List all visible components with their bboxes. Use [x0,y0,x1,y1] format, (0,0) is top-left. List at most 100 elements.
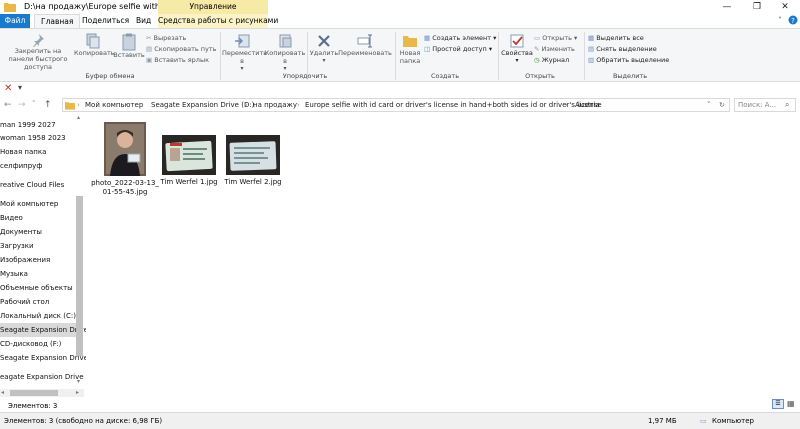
ribbon-separator [584,32,585,80]
address-bar[interactable]: › Мой компьютер › Seagate Expansion Driv… [62,98,730,112]
rename-button[interactable]: Переименовать [338,33,392,57]
paste-button[interactable]: Вставить [112,33,146,59]
cut-button[interactable]: ✂ Вырезать [146,33,186,43]
select-none-icon: ▤ [588,45,595,53]
refresh-icon[interactable]: ↻ [719,101,725,109]
nav-scrollbar-thumb[interactable] [76,196,83,356]
tab-share[interactable]: Поделиться [76,14,135,28]
select-none-button[interactable]: ▤ Снять выделение [588,44,657,54]
tab-view[interactable]: Вид [130,14,157,28]
scroll-left-icon[interactable]: ◂ [1,389,4,396]
close-button[interactable]: ✕ [770,0,800,14]
nav-item[interactable]: eagate Expansion Drive ( [0,370,86,384]
nav-horizontal-scrollbar[interactable]: ◂ ▸ [0,389,84,397]
nav-item[interactable]: Загрузки [0,239,76,253]
pin-quick-access-button[interactable]: Закрепить на панели быстрого доступа [2,33,74,71]
move-to-icon [235,34,250,48]
paste-shortcut-button[interactable]: ▣ Вставить ярлык [146,55,209,65]
select-all-label: Выделить все [596,34,644,42]
recent-locations-icon[interactable]: ˅ [32,100,36,108]
large-icons-view-icon[interactable]: ▦ [787,399,795,408]
paste-shortcut-icon: ▣ [146,56,153,64]
history-label: Журнал [541,56,570,64]
open-button[interactable]: ▭ Открыть ▾ [534,33,577,43]
nav-item[interactable]: Новая папка [0,145,76,159]
minimize-button[interactable]: — [712,0,742,14]
copy-path-button[interactable]: ▤ Скопировать путь [146,44,216,54]
new-item-button[interactable]: ▦ Создать элемент ▾ [424,33,496,43]
help-icon[interactable]: ? [788,15,798,27]
crumb-separator-icon: › [297,101,300,109]
folder-icon [65,101,75,112]
nav-item[interactable]: Документы [0,225,76,239]
address-dropdown-icon[interactable]: ˅ [707,101,711,109]
details-view-icon[interactable]: ☰ [772,399,784,409]
copy-button[interactable]: Копировать [74,33,115,57]
nav-item[interactable]: woman 1958 2023 [0,131,76,145]
status-bar: Элементов: 3 (свободно на диске: 6,98 ГБ… [0,412,800,429]
nav-item[interactable]: селфипруф [0,159,76,173]
pin-icon [33,34,44,47]
tab-picture-tools[interactable]: Средства работы с рисунками [158,14,278,28]
paste-icon [122,33,136,51]
breadcrumb-austria[interactable]: Austria [575,101,600,109]
nav-item[interactable]: Видео [0,211,76,225]
nav-item[interactable]: Объемные объекты [0,281,76,295]
customize-qat-icon[interactable]: ▾ [18,83,22,92]
folder-icon [4,2,16,14]
context-tab-header: Управление [158,0,268,14]
easy-access-button[interactable]: ◫ Простой доступ ▾ [424,44,492,54]
nav-scroll-up-icon[interactable]: ▴ [77,114,80,121]
move-to-button[interactable]: Переместить в ▾ [222,33,267,73]
item-count: Элементов: 3 [8,402,58,410]
properties-label: Свойства [501,49,533,57]
invert-selection-button[interactable]: ▥ Обратить выделение [588,55,669,65]
forward-icon[interactable]: → [18,100,26,110]
breadcrumb-computer[interactable]: Мой компьютер [85,101,143,109]
nav-item[interactable]: man 1999 2027 [0,118,76,132]
nav-item[interactable]: Seagate Expansion Drive [0,323,86,337]
nav-item[interactable]: Мой компьютер [0,197,76,211]
breadcrumb-europe-selfie[interactable]: Europe selfie with id card or driver's l… [305,101,602,109]
nav-item[interactable]: reative Cloud Files [0,178,76,192]
nav-item[interactable]: CD-дисковод (F:) [0,337,76,351]
new-item-dropdown-icon: ▾ [493,34,497,42]
nav-item[interactable]: Музыка [0,267,76,281]
properties-button[interactable]: Свойства ▾ [500,33,534,65]
history-button[interactable]: ◷ Журнал [534,55,569,65]
nav-item[interactable]: Локальный диск (C:) [0,309,76,323]
new-item-label: Создать элемент [432,34,492,42]
new-folder-button[interactable]: Новая папка [396,33,424,65]
copy-path-icon: ▤ [146,45,153,53]
delete-button[interactable]: Удалить ▾ [308,33,340,65]
breadcrumb-for-sale[interactable]: на продажу [253,101,297,109]
id-card-thumbnail [162,135,216,175]
ribbon-collapse-icon[interactable]: ˅ [778,16,782,25]
tab-file[interactable]: Файл [0,14,30,28]
select-all-button[interactable]: ▦ Выделить все [588,33,644,43]
edit-button[interactable]: ✎ Изменить [534,44,575,54]
file-item-tim-werfel-2[interactable]: Tim Werfel 2.jpg [218,135,288,187]
nav-scroll-down-icon[interactable]: ▾ [77,378,80,385]
maximize-button[interactable]: ❐ [742,0,772,14]
nav-item[interactable]: Изображения [0,253,76,267]
tab-home[interactable]: Главная [34,14,81,28]
up-icon[interactable]: ↑ [44,100,52,110]
easy-access-icon: ◫ [424,45,431,53]
search-box[interactable]: Поиск: A... ⌕ [734,98,796,112]
back-icon[interactable]: ← [4,100,12,110]
delete-qat-icon[interactable]: ✕ [4,83,12,94]
file-item-photo[interactable]: photo_2022-03-13_01-55-45.jpg [90,122,160,197]
select-all-icon: ▦ [588,34,595,42]
copy-to-button[interactable]: Копировать в ▾ [264,33,306,73]
nav-item[interactable]: Рабочий стол [0,295,76,309]
file-item-tim-werfel-1[interactable]: Tim Werfel 1.jpg [154,135,224,187]
ribbon-separator [220,32,221,80]
ribbon: Закрепить на панели быстрого доступа Коп… [0,28,800,82]
rename-label: Переименовать [338,49,392,57]
new-folder-icon [403,36,417,47]
nav-item[interactable]: Seagate Expansion Drive [0,351,86,365]
breadcrumb-drive[interactable]: Seagate Expansion Drive (D:) [151,101,254,109]
scroll-right-icon[interactable]: ▸ [76,389,79,396]
horizontal-scrollbar-thumb[interactable] [10,390,58,396]
